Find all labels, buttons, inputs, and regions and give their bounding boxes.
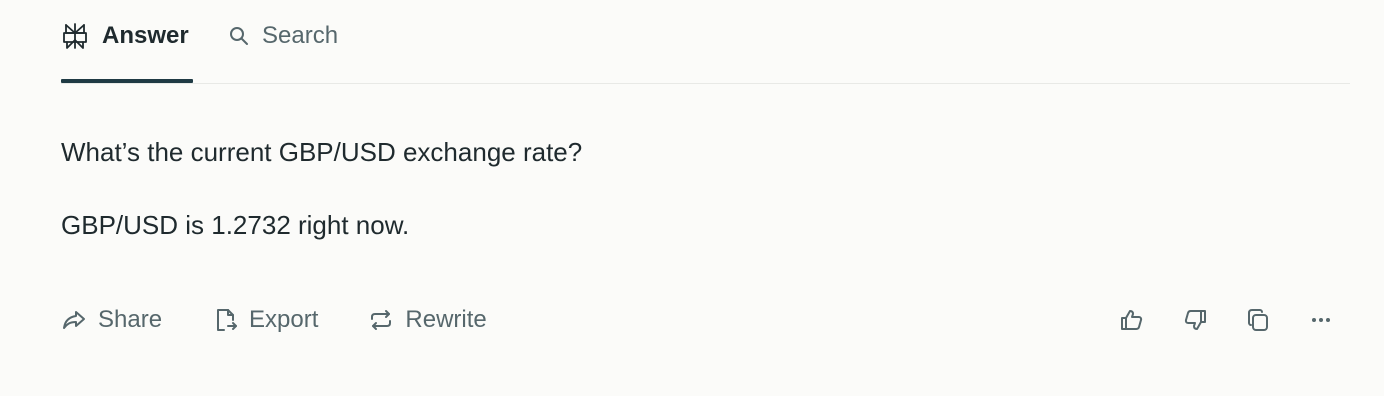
answer-actions: Share Export Rewrite — [61, 300, 537, 340]
share-button[interactable]: Share — [61, 306, 162, 334]
more-options-button[interactable] — [1304, 303, 1338, 337]
tab-answer[interactable]: Answer — [61, 20, 189, 52]
thumbs-up-button[interactable] — [1115, 303, 1149, 337]
answer-panel: Answer Search What’s the current GBP/USD… — [0, 0, 1384, 396]
thumbs-up-icon — [1119, 307, 1145, 333]
answer-text: GBP/USD is 1.2732 right now. — [61, 210, 410, 240]
search-icon — [228, 25, 250, 47]
more-options-icon — [1308, 307, 1334, 333]
perplexity-logo-icon — [61, 22, 89, 50]
thumbs-down-icon — [1182, 307, 1208, 333]
export-button[interactable]: Export — [212, 306, 318, 334]
tab-bar: Answer Search — [61, 0, 1350, 84]
rewrite-icon — [368, 307, 394, 333]
copy-button[interactable] — [1241, 303, 1275, 337]
share-label: Share — [98, 306, 163, 333]
rewrite-label: Rewrite — [405, 306, 487, 333]
active-tab-indicator — [61, 79, 193, 83]
thumbs-down-button[interactable] — [1178, 303, 1212, 337]
rewrite-button[interactable]: Rewrite — [368, 306, 487, 334]
copy-icon — [1245, 307, 1271, 333]
export-label: Export — [249, 306, 319, 333]
share-arrow-icon — [61, 307, 87, 333]
tab-search-label: Search — [262, 22, 339, 49]
question-text: What’s the current GBP/USD exchange rate… — [61, 137, 583, 167]
export-file-icon — [212, 307, 238, 333]
tab-answer-label: Answer — [102, 22, 189, 49]
tab-search[interactable]: Search — [228, 20, 338, 52]
